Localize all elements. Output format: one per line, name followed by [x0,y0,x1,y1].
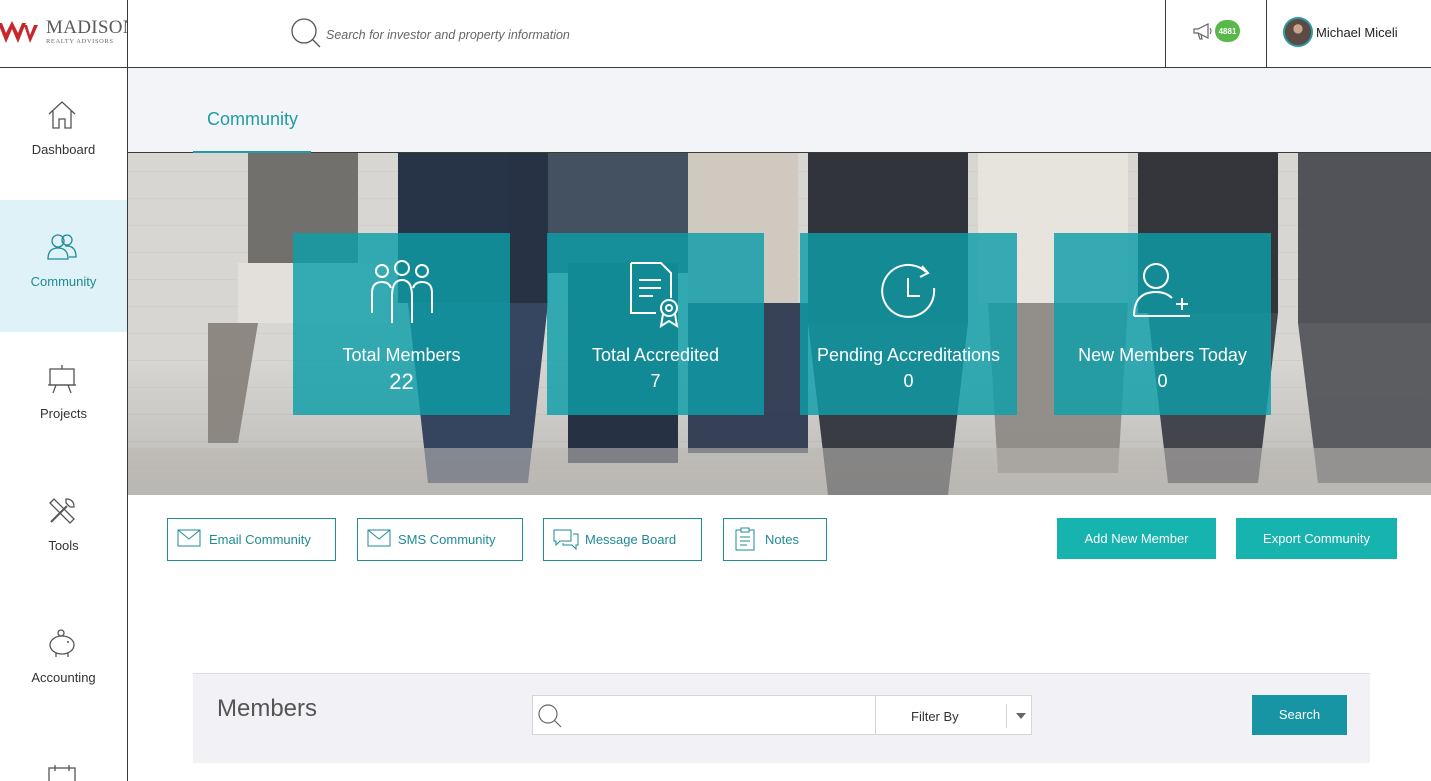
sidebar-item-more[interactable] [0,728,127,781]
members-search-button[interactable]: Search [1252,695,1347,735]
sidebar-item-community[interactable]: Community [0,200,127,332]
export-community-button[interactable]: Export Community [1236,518,1397,559]
sms-community-button[interactable]: SMS Community [357,518,523,561]
chat-bubbles-icon [553,529,579,551]
message-board-button[interactable]: Message Board [543,518,702,561]
stat-value: 0 [1157,371,1168,391]
megaphone-icon [1193,23,1212,40]
clipboard-icon [735,527,755,551]
notifications[interactable]: 4881 [1165,0,1267,68]
avatar [1283,17,1313,47]
sidebar: Dashboard Community Projects Tools Accou… [0,68,128,781]
members-panel: Members Filter By Search [193,673,1370,763]
sidebar-item-label: Community [30,274,97,289]
members-search [532,695,876,735]
stat-total-accredited[interactable]: Total Accredited 7 [547,233,764,415]
members-search-input[interactable] [567,701,867,729]
email-community-button[interactable]: Email Community [167,518,336,561]
logo[interactable]: MADISON REALTY ADVISORS [0,0,128,68]
stat-value: 0 [903,371,914,391]
stat-label: Total Members [342,345,461,365]
clock-icon [881,263,936,318]
hero-banner: Total Members 22 Total Accredited 7 Pend… [128,153,1431,495]
notification-count-badge: 4881 [1215,20,1240,42]
members-group-icon [371,260,433,323]
sidebar-item-tools[interactable]: Tools [0,464,127,596]
top-bar: MADISON REALTY ADVISORS 4881 Michael Mic… [0,0,1431,68]
stat-new-members-today[interactable]: New Members Today 0 [1054,233,1271,415]
certificate-icon [630,262,679,328]
stat-pending-accreditations[interactable]: Pending Accreditations 0 [800,233,1017,415]
sidebar-item-projects[interactable]: Projects [0,332,127,464]
sidebar-item-label: Projects [40,406,87,421]
page-tabs: Community [128,68,1431,154]
global-search-input[interactable] [326,23,616,47]
button-label: Email Community [209,532,311,547]
sidebar-item-accounting[interactable]: Accounting [0,596,127,728]
stat-value: 22 [389,369,414,394]
logo-mark-icon [0,21,38,43]
filter-label: Filter By [911,709,959,724]
button-label: SMS Community [398,532,496,547]
user-plus-icon [1133,263,1190,317]
calendar-icon [48,765,76,781]
sidebar-item-label: Tools [48,538,79,553]
logo-tagline: REALTY ADVISORS [46,38,114,45]
easel-icon [48,365,76,394]
piggy-bank-icon [49,629,75,657]
user-menu[interactable]: Michael Miceli [1283,16,1398,48]
users-icon [47,234,77,260]
chevron-down-icon [1016,713,1026,719]
stat-label: New Members Today [1078,345,1247,365]
search-icon [291,18,321,48]
notes-button[interactable]: Notes [723,518,827,561]
stat-value: 7 [650,371,661,391]
button-label: Notes [765,532,799,547]
members-title: Members [217,695,318,722]
stat-total-members[interactable]: Total Members 22 [293,233,510,415]
tools-icon [49,498,75,524]
button-label: Message Board [585,532,677,547]
global-search [290,17,616,51]
divider [1006,704,1007,728]
stat-label: Total Accredited [591,345,720,365]
house-icon [48,101,76,129]
tab-label: Community [207,109,299,129]
logo-name: MADISON [46,17,128,38]
add-new-member-button[interactable]: Add New Member [1057,518,1216,559]
sidebar-item-dashboard[interactable]: Dashboard [0,68,127,200]
filter-by-dropdown[interactable]: Filter By [876,695,1032,735]
sidebar-item-label: Dashboard [31,142,96,157]
sidebar-item-label: Accounting [31,670,96,685]
user-name: Michael Miceli [1316,24,1398,40]
mail-icon [177,529,201,547]
search-icon [538,704,562,728]
stat-label: Pending Accreditations [816,345,1001,365]
mail-icon [367,529,391,547]
tab-community[interactable]: Community [193,98,311,154]
